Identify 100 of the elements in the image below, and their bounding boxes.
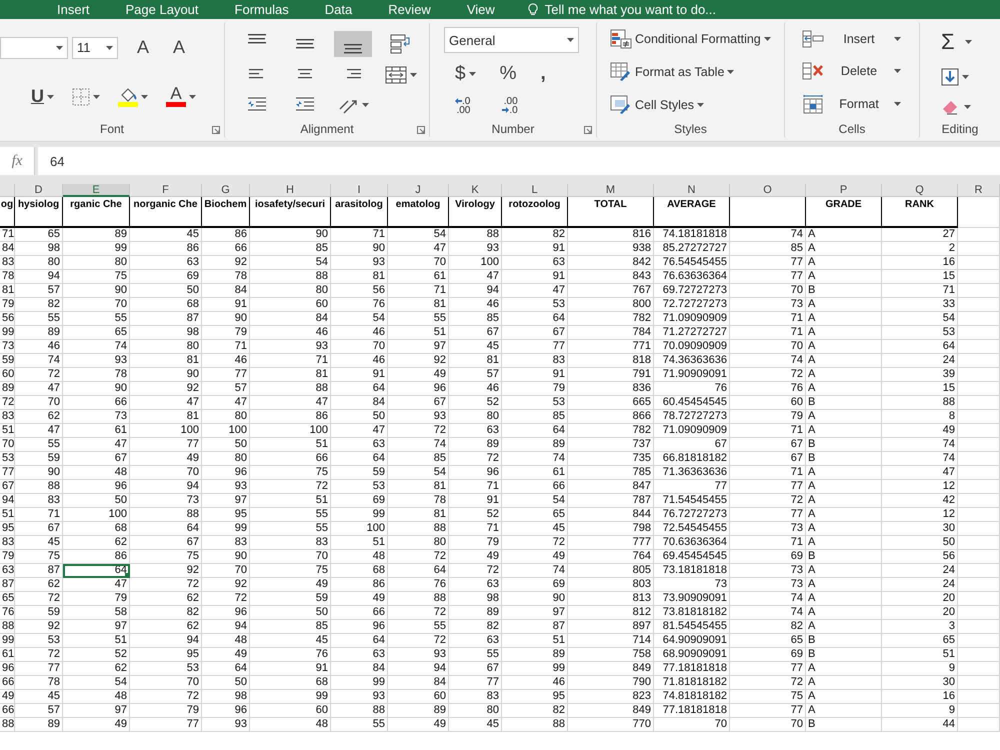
table-cell: 81 xyxy=(130,354,202,368)
insert-function-button[interactable]: fx xyxy=(0,147,35,175)
table-cell: 100 xyxy=(331,522,388,536)
table-cell: A xyxy=(806,242,882,256)
ribbon-tab[interactable]: Formulas xyxy=(222,0,313,19)
currency-button[interactable]: $ xyxy=(452,61,479,87)
percent-button[interactable]: % xyxy=(496,61,520,87)
column-letter[interactable]: M xyxy=(568,184,654,197)
column-letter[interactable]: L xyxy=(502,184,568,197)
shrink-font-button[interactable]: A xyxy=(170,35,188,60)
comma-button[interactable]: , xyxy=(537,61,549,87)
table-cell: 59 xyxy=(331,466,388,480)
styles-button[interactable]: Conditional Formatting xyxy=(607,27,778,52)
column-letter[interactable]: Q xyxy=(882,184,958,197)
table-cell: 47 xyxy=(250,396,331,410)
dialog-launcher-icon[interactable] xyxy=(212,126,220,134)
table-cell: 771 xyxy=(568,340,654,354)
table-cell: 72 xyxy=(388,424,449,438)
font-size-field[interactable]: 11 xyxy=(72,36,118,58)
dialog-launcher-icon[interactable] xyxy=(584,126,592,134)
tell-me-search[interactable]: Tell me what you want to do... xyxy=(544,2,716,17)
table-cell: 79 xyxy=(502,382,568,396)
formula-input[interactable]: 64 xyxy=(38,147,1000,175)
table-cell: A xyxy=(806,368,882,382)
font-color-button[interactable]: A xyxy=(163,84,199,109)
table-cell: 79 xyxy=(0,298,15,312)
table-cell: 73.18181818 xyxy=(654,564,730,578)
group-label: Font xyxy=(100,122,124,136)
underline-button[interactable]: U xyxy=(28,84,57,109)
cells-button[interactable]: Format xyxy=(799,92,913,116)
table-cell: 72 xyxy=(250,480,331,494)
table-cell: 88 xyxy=(0,620,15,634)
arrow-right-icon xyxy=(502,107,510,113)
column-letter[interactable]: F xyxy=(130,184,202,197)
autosum-button[interactable]: Σ xyxy=(938,27,994,58)
table-cell: 84 xyxy=(331,662,388,676)
table-cell: 71.90909091 xyxy=(654,368,730,382)
table-cell: 62 xyxy=(63,536,130,550)
table-cell: 70 xyxy=(130,676,202,690)
ribbon-tab[interactable]: Data xyxy=(312,0,376,19)
table-cell: 90 xyxy=(331,242,388,256)
column-letter[interactable]: D xyxy=(15,184,63,197)
table-cell: 51 xyxy=(250,494,331,508)
dialog-launcher-icon[interactable] xyxy=(417,126,425,134)
column-letter[interactable]: H xyxy=(250,184,331,197)
column-letter[interactable]: K xyxy=(449,184,502,197)
cells-button[interactable]: Delete xyxy=(799,60,913,82)
grow-font-button[interactable]: A xyxy=(134,35,152,60)
ribbon-tab[interactable]: Review xyxy=(376,0,455,19)
empty-cell xyxy=(958,676,1000,690)
empty-cell xyxy=(958,606,1000,620)
column-letter[interactable]: P xyxy=(806,184,882,197)
table-cell: 54 xyxy=(63,676,130,690)
table-cell: 84 xyxy=(0,242,15,256)
table-cell: 100 xyxy=(63,508,130,522)
table-cell: 54 xyxy=(331,312,388,326)
column-letter[interactable]: E xyxy=(63,184,130,197)
column-letter[interactable]: O xyxy=(730,184,806,197)
table-cell: 83 xyxy=(202,536,250,550)
table-cell: 63 xyxy=(449,578,502,592)
column-letter[interactable]: J xyxy=(388,184,449,197)
cells-button[interactable]: Insert xyxy=(799,28,913,50)
table-cell: 85.27272727 xyxy=(654,242,730,256)
ribbon-tab[interactable]: Insert xyxy=(45,0,114,19)
empty-cell xyxy=(958,620,1000,634)
column-letter[interactable]: G xyxy=(202,184,250,197)
decrease-decimal-button[interactable]: .00 .0 xyxy=(499,95,521,117)
table-cell: 63 xyxy=(0,564,15,578)
column-letter[interactable]: R xyxy=(958,184,1000,197)
wrap-text-icon[interactable] xyxy=(390,34,412,54)
empty-cell xyxy=(958,452,1000,466)
font-name-field[interactable] xyxy=(0,36,68,58)
table-cell: 66 xyxy=(0,676,15,690)
caret-icon xyxy=(964,40,972,44)
table-cell: 78.72727273 xyxy=(654,410,730,424)
ribbon-tab[interactable]: View xyxy=(454,0,519,19)
table-cell: 49 xyxy=(202,648,250,662)
empty-cell xyxy=(958,466,1000,480)
increase-decimal-button[interactable]: .0 .00 xyxy=(452,95,474,117)
caret-icon xyxy=(468,72,476,76)
table-cell: 71 xyxy=(15,508,63,522)
table-cell: 55 xyxy=(15,438,63,452)
arrow-left-icon xyxy=(455,98,462,104)
column-header: ematolog xyxy=(388,197,449,228)
table-cell: 65 xyxy=(882,634,958,648)
table-cell: 74 xyxy=(730,354,806,368)
column-letter[interactable]: I xyxy=(331,184,388,197)
styles-button[interactable]: Format as Table xyxy=(607,60,778,84)
table-cell: 81 xyxy=(250,368,331,382)
ribbon-tab[interactable]: Page Layout xyxy=(114,0,223,19)
table-cell: 93 xyxy=(202,480,250,494)
styles-button[interactable]: Cell Styles xyxy=(607,92,778,117)
table-cell: 45 xyxy=(130,228,202,242)
vertical-align-button[interactable] xyxy=(334,30,372,57)
table-cell: 47 xyxy=(388,242,449,256)
number-format-dropdown[interactable]: General xyxy=(444,27,579,53)
table-cell: 87 xyxy=(0,578,15,592)
table-cell: 71 xyxy=(449,480,502,494)
column-letter[interactable]: N xyxy=(654,184,730,197)
table-cell: 86 xyxy=(250,410,331,424)
